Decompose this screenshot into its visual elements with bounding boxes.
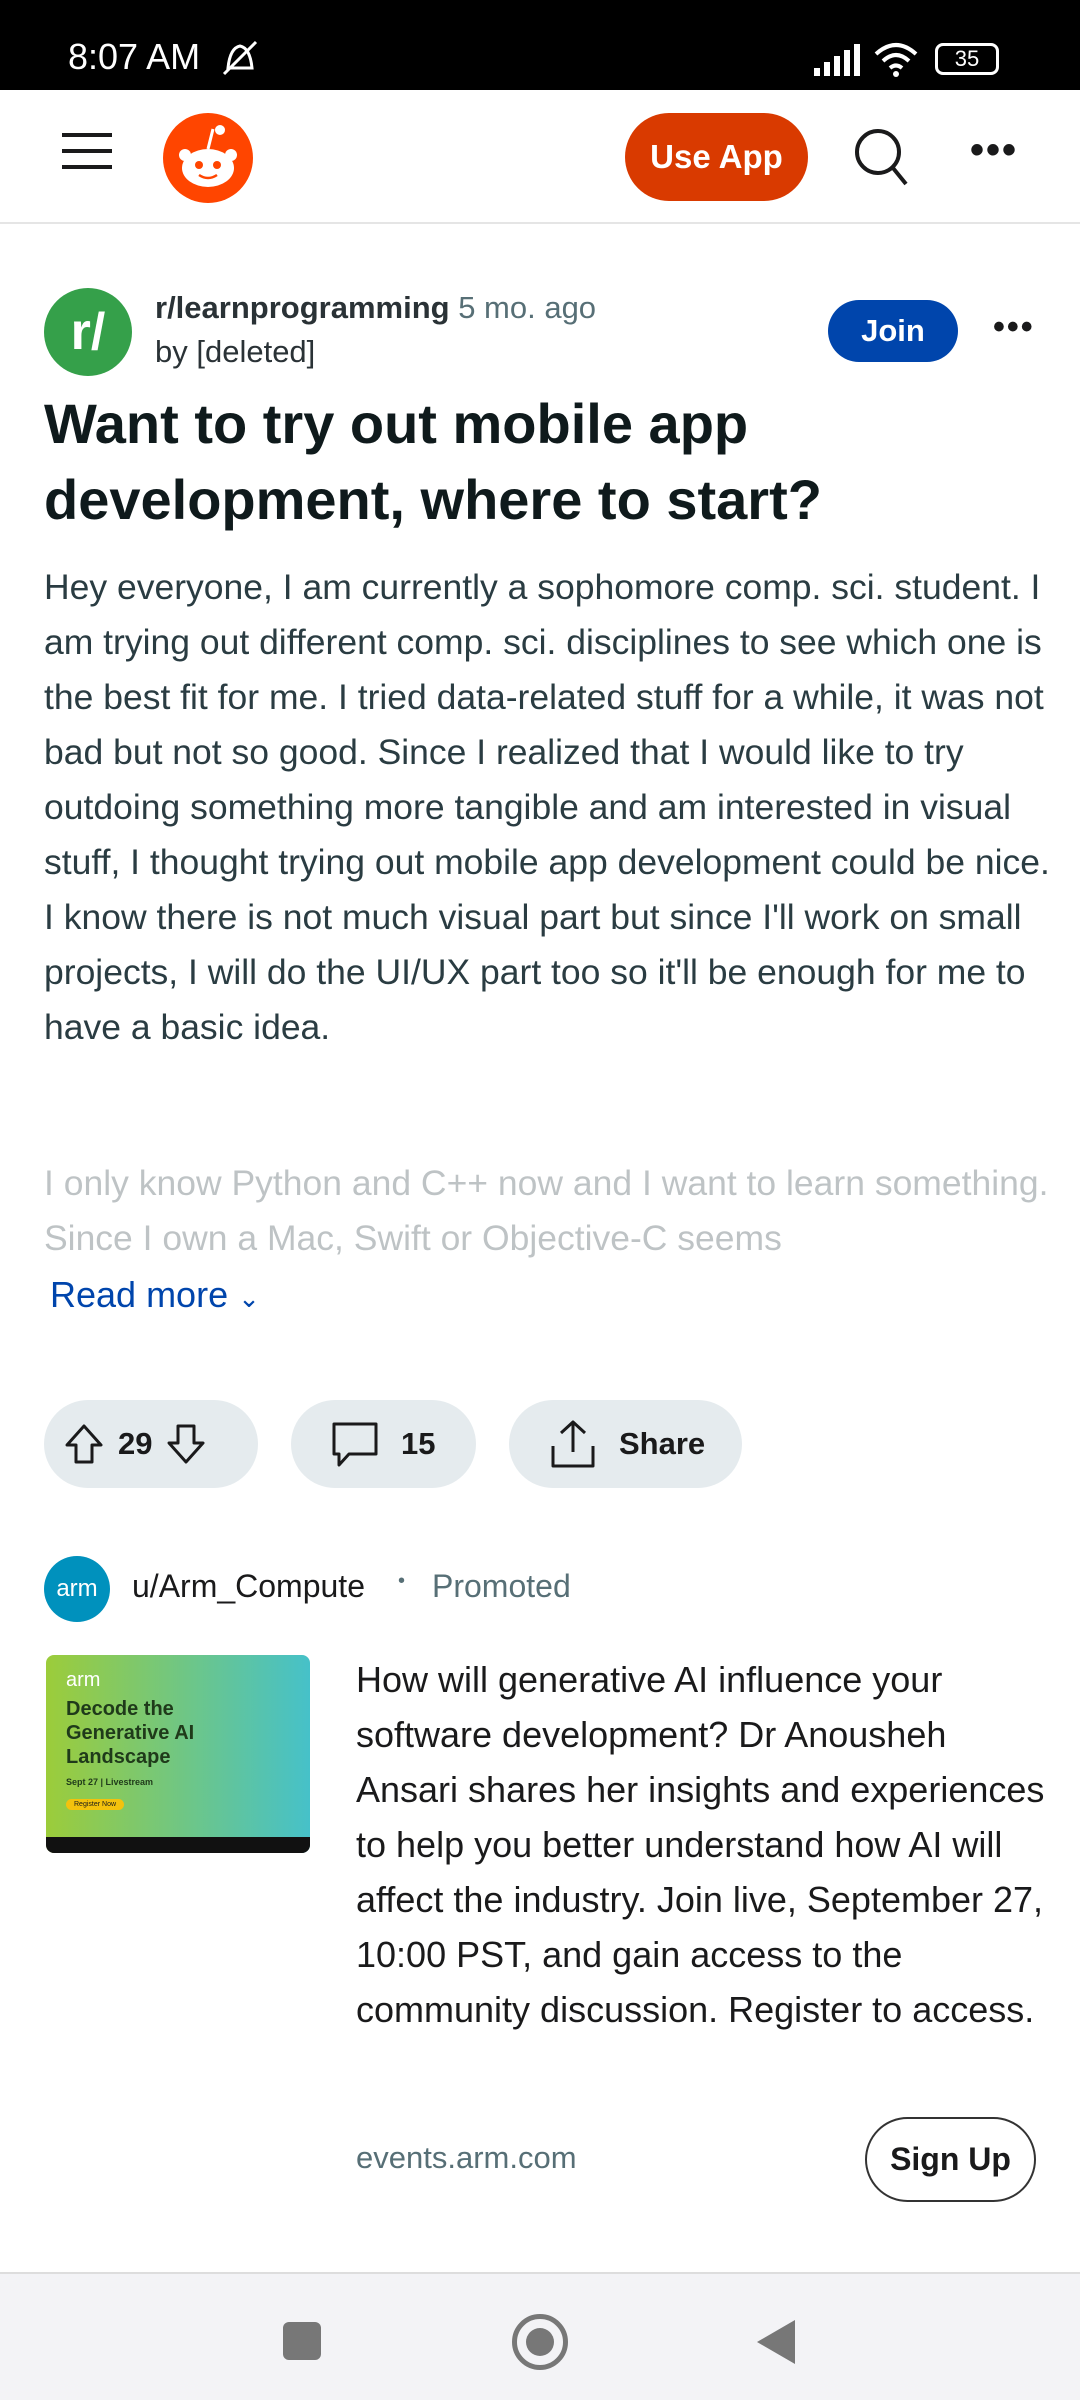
ad-image-footer bbox=[46, 1837, 310, 1853]
more-options-icon[interactable]: ••• bbox=[970, 128, 1018, 173]
read-more-label: Read more bbox=[50, 1274, 229, 1315]
recents-icon[interactable] bbox=[283, 2322, 321, 2360]
join-button[interactable]: Join bbox=[828, 300, 958, 362]
comment-icon bbox=[332, 1422, 378, 1467]
share-label: Share bbox=[619, 1426, 706, 1461]
status-time: 8:07 AM bbox=[68, 36, 201, 77]
post-age: 5 mo. ago bbox=[458, 290, 597, 325]
advertiser-name[interactable]: u/Arm_Compute bbox=[132, 1568, 365, 1605]
post-body-faded: I only know Python and C++ now and I wan… bbox=[44, 1163, 1049, 1258]
reddit-logo-icon[interactable] bbox=[163, 113, 253, 203]
comment-count: 15 bbox=[401, 1426, 436, 1461]
downvote-icon[interactable] bbox=[166, 1423, 206, 1465]
promoted-label: Promoted bbox=[432, 1568, 571, 1604]
status-bar: 8:07 AM 35 bbox=[0, 0, 1080, 90]
top-header: Use App ••• bbox=[0, 90, 1080, 224]
subreddit-avatar[interactable]: r/ bbox=[44, 288, 132, 376]
back-icon[interactable] bbox=[755, 2318, 797, 2366]
menu-icon[interactable] bbox=[62, 121, 112, 181]
silent-bell-icon bbox=[222, 40, 258, 76]
use-app-button[interactable]: Use App bbox=[625, 113, 808, 201]
advertiser-avatar[interactable]: arm bbox=[44, 1556, 110, 1622]
ad-text: How will generative AI influence your so… bbox=[356, 1659, 1045, 2030]
vote-count: 29 bbox=[118, 1426, 153, 1461]
search-icon[interactable] bbox=[852, 126, 910, 188]
upvote-icon[interactable] bbox=[64, 1423, 104, 1465]
post-more-icon[interactable]: ••• bbox=[993, 308, 1035, 347]
sign-up-button[interactable]: Sign Up bbox=[865, 2117, 1036, 2202]
ad-image-cta: Register Now bbox=[66, 1799, 125, 1810]
ad-domain[interactable]: events.arm.com bbox=[356, 2140, 577, 2176]
post-author: by [deleted] bbox=[155, 334, 316, 369]
post-body: Hey everyone, I am currently a sophomore… bbox=[44, 567, 1050, 1047]
comments-button[interactable]: 15 bbox=[291, 1400, 476, 1488]
wifi-icon bbox=[874, 43, 918, 77]
home-icon[interactable] bbox=[512, 2314, 568, 2370]
ad-image-brand: arm bbox=[66, 1669, 101, 1691]
ad-image-date: Sept 27 | Livestream bbox=[66, 1777, 154, 1787]
system-nav-bar bbox=[0, 2272, 1080, 2400]
signal-icon bbox=[814, 44, 860, 76]
post-title: Want to try out mobile app development, … bbox=[44, 392, 822, 531]
share-button[interactable]: Share bbox=[509, 1400, 742, 1488]
chevron-down-icon: ⌄ bbox=[238, 1283, 260, 1313]
ad-image-headline: Decode the Generative AI Landscape bbox=[66, 1698, 195, 1768]
battery-level: 35 bbox=[954, 46, 980, 71]
subreddit-name[interactable]: r/learnprogramming bbox=[155, 290, 450, 325]
battery-icon: 35 bbox=[935, 43, 999, 75]
separator-dot: • bbox=[398, 1570, 406, 1592]
ad-thumbnail[interactable]: arm Decode the Generative AI Landscape S… bbox=[46, 1655, 310, 1853]
read-more-link[interactable]: Read more ⌄ bbox=[50, 1274, 260, 1316]
vote-bar: 29 bbox=[44, 1400, 258, 1488]
share-icon bbox=[551, 1420, 595, 1468]
